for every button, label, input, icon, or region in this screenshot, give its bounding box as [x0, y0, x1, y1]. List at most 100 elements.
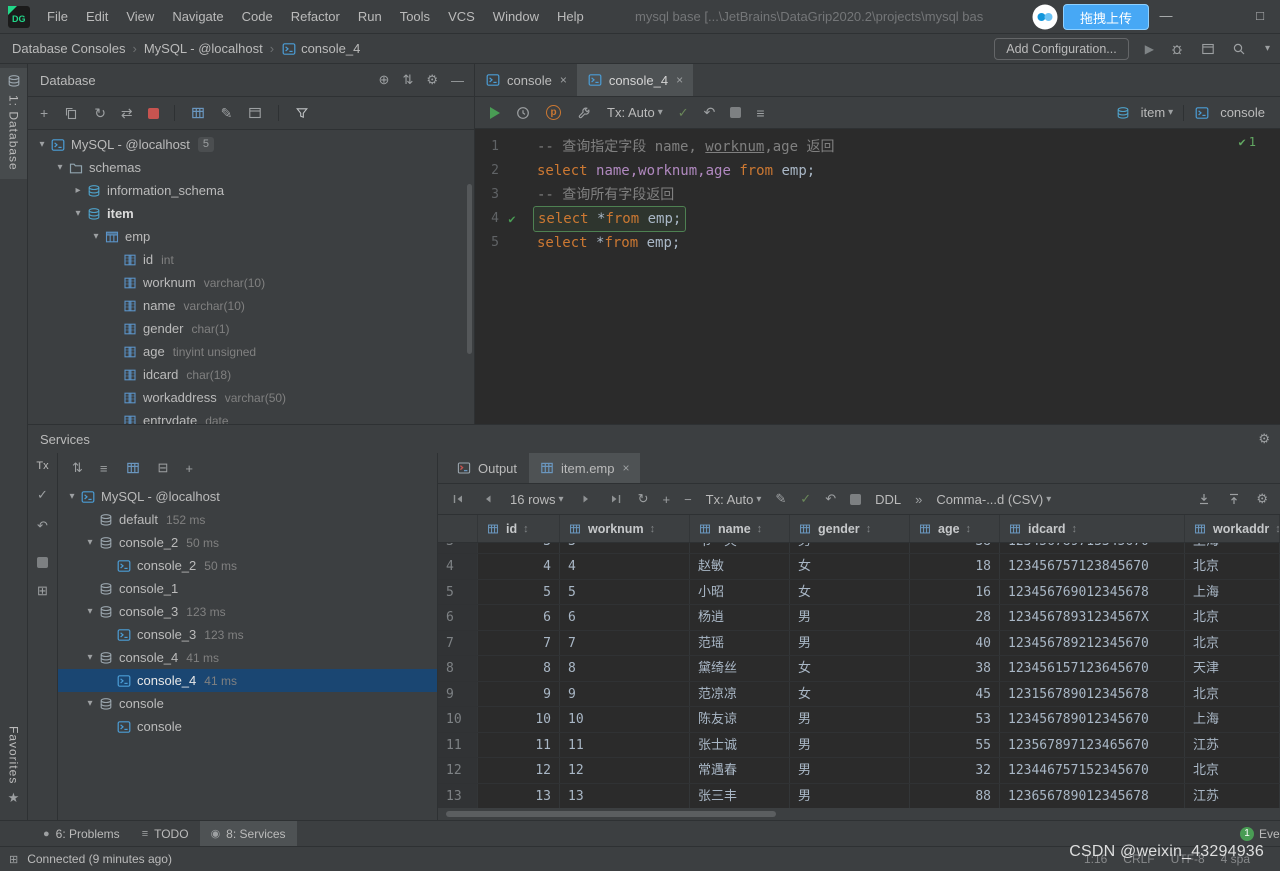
table-cell[interactable]: 18: [910, 554, 1000, 579]
database-tree-item-information-schema[interactable]: ▸ information_schema: [28, 179, 474, 202]
table-cell[interactable]: 北京: [1185, 605, 1280, 630]
open-table-icon[interactable]: [190, 105, 206, 121]
table-cell[interactable]: 13: [478, 783, 560, 808]
import-data-icon[interactable]: [1226, 491, 1242, 507]
menu-navigate[interactable]: Navigate: [163, 0, 232, 33]
tx-mode-dropdown[interactable]: Tx: Auto ▾: [706, 492, 762, 507]
add-service-icon[interactable]: +: [185, 461, 193, 476]
table-cell[interactable]: 北京: [1185, 758, 1280, 783]
code-text[interactable]: -- 查询所有字段返回: [537, 183, 674, 207]
table-cell[interactable]: 3: [560, 543, 690, 553]
chevron-down-icon[interactable]: ▾: [82, 606, 98, 617]
run-icon[interactable]: ▶: [1145, 42, 1154, 56]
services-tree-item-console-4[interactable]: ▾ console_4 41 ms: [58, 646, 437, 669]
chevron-down-icon[interactable]: ▾: [52, 162, 68, 173]
table-row[interactable]: 7 7 7 范瑶男 40 123456789212345670 北京: [438, 630, 1280, 656]
stop-icon[interactable]: [37, 557, 48, 568]
rollback-icon[interactable]: ↶: [704, 104, 716, 121]
table-cell[interactable]: 上海: [1185, 543, 1280, 553]
table-cell[interactable]: 北京: [1185, 681, 1280, 706]
add-icon[interactable]: +: [40, 105, 48, 121]
database-tree-item-workaddress[interactable]: workaddress varchar(50): [28, 386, 474, 409]
table-cell[interactable]: 上海: [1185, 707, 1280, 732]
table-cell[interactable]: 北京: [1185, 630, 1280, 655]
table-cell[interactable]: 男: [790, 732, 910, 757]
table-cell[interactable]: 11: [560, 732, 690, 757]
row-number[interactable]: 10: [438, 707, 478, 732]
table-cell[interactable]: 4: [560, 554, 690, 579]
minimize-button[interactable]: —: [1148, 0, 1184, 32]
table-cell[interactable]: 88: [910, 783, 1000, 808]
table-cell[interactable]: 123656789012345678: [1000, 783, 1185, 808]
table-cell[interactable]: 7: [560, 630, 690, 655]
table-cell[interactable]: 范瑶: [690, 630, 790, 655]
run-marker-icon[interactable]: ✔: [499, 207, 525, 231]
table-cell[interactable]: 28: [910, 605, 1000, 630]
table-cell[interactable]: 38: [910, 656, 1000, 681]
table-row[interactable]: 4 4 4 赵敏女 18 123456757123845670 北京: [438, 554, 1280, 580]
copy-icon[interactable]: [63, 105, 79, 121]
database-tree-item-id[interactable]: id int: [28, 248, 474, 271]
table-cell[interactable]: 32: [910, 758, 1000, 783]
code-text[interactable]: select *from emp;: [537, 231, 680, 255]
table-cell[interactable]: 5: [560, 579, 690, 604]
chevron-down-icon[interactable]: ▾: [1265, 43, 1270, 54]
settings-wrench-icon[interactable]: [576, 105, 592, 121]
column-header-worknum[interactable]: worknum ↕: [560, 515, 690, 542]
table-cell[interactable]: 12: [560, 758, 690, 783]
column-header-age[interactable]: age ↕: [910, 515, 1000, 542]
view-mode-icon[interactable]: [125, 460, 141, 476]
table-cell[interactable]: 男: [790, 630, 910, 655]
add-configuration-button[interactable]: Add Configuration...: [994, 37, 1129, 60]
services-tree-item-console-3[interactable]: ▾ console_3 123 ms: [58, 600, 437, 623]
table-cell[interactable]: 9: [560, 681, 690, 706]
table-cell[interactable]: 男: [790, 543, 910, 553]
table-cell[interactable]: 黛绮丝: [690, 656, 790, 681]
table-cell[interactable]: 38: [910, 543, 1000, 553]
database-tree-item-item[interactable]: ▾ item: [28, 202, 474, 225]
table-row[interactable]: 8 8 8 黛绮丝女 38 123456157123645670 天津: [438, 656, 1280, 682]
table-cell[interactable]: 韦一笑: [690, 543, 790, 553]
table-cell[interactable]: 16: [910, 579, 1000, 604]
sort-icon[interactable]: ↕: [866, 523, 872, 535]
table-cell[interactable]: 5: [478, 579, 560, 604]
sync-icon[interactable]: ⇄: [121, 105, 133, 122]
services-tree-item-console-1[interactable]: console_1: [58, 577, 437, 600]
table-cell[interactable]: 9: [478, 681, 560, 706]
database-stripe-button[interactable]: 1: Database: [0, 68, 27, 179]
menu-refactor[interactable]: Refactor: [282, 0, 349, 33]
rollback-icon[interactable]: ↶: [825, 491, 836, 507]
tx-toggle[interactable]: Tx: [36, 460, 48, 472]
column-header-gender[interactable]: gender ↕: [790, 515, 910, 542]
services-tree-item-console[interactable]: console: [58, 715, 437, 738]
breadcrumb-item-console-4[interactable]: console_4: [301, 41, 360, 56]
previous-page-icon[interactable]: [480, 491, 496, 507]
sort-icon[interactable]: ↕: [757, 523, 763, 535]
services-tree-item-console-2[interactable]: console_2 50 ms: [58, 554, 437, 577]
close-icon[interactable]: ×: [676, 73, 683, 87]
services-tree-item-console-2[interactable]: ▾ console_2 50 ms: [58, 531, 437, 554]
table-cell[interactable]: 45: [910, 681, 1000, 706]
menu-view[interactable]: View: [117, 0, 163, 33]
table-cell[interactable]: 赵敏: [690, 554, 790, 579]
chevron-down-icon[interactable]: ▾: [34, 139, 50, 150]
table-row[interactable]: 333韦一笑男38123456789713345670上海: [438, 543, 1280, 554]
chevron-right-icon[interactable]: ▸: [70, 185, 86, 196]
database-tree-item-name[interactable]: name varchar(10): [28, 294, 474, 317]
table-cell[interactable]: 10: [560, 707, 690, 732]
todo-button[interactable]: ≡ TODO: [131, 821, 200, 846]
chevron-down-icon[interactable]: ▾: [88, 231, 104, 242]
vertical-scrollbar[interactable]: [467, 184, 472, 354]
group-icon[interactable]: ≡: [100, 461, 108, 476]
maximize-button[interactable]: □: [1242, 0, 1278, 32]
services-button[interactable]: ◉ 8: Services: [199, 821, 297, 846]
table-cell[interactable]: 8: [560, 656, 690, 681]
stop-icon[interactable]: [730, 107, 742, 118]
table-cell[interactable]: 123446757152345670: [1000, 758, 1185, 783]
last-page-icon[interactable]: [608, 491, 624, 507]
table-cell[interactable]: 陈友谅: [690, 707, 790, 732]
table-cell[interactable]: 上海: [1185, 579, 1280, 604]
favorites-stripe-button[interactable]: Favorites ★: [0, 726, 27, 806]
table-cell[interactable]: 小昭: [690, 579, 790, 604]
table-row[interactable]: 12 12 12 常遇春男 32 123446757152345670 北京: [438, 758, 1280, 784]
